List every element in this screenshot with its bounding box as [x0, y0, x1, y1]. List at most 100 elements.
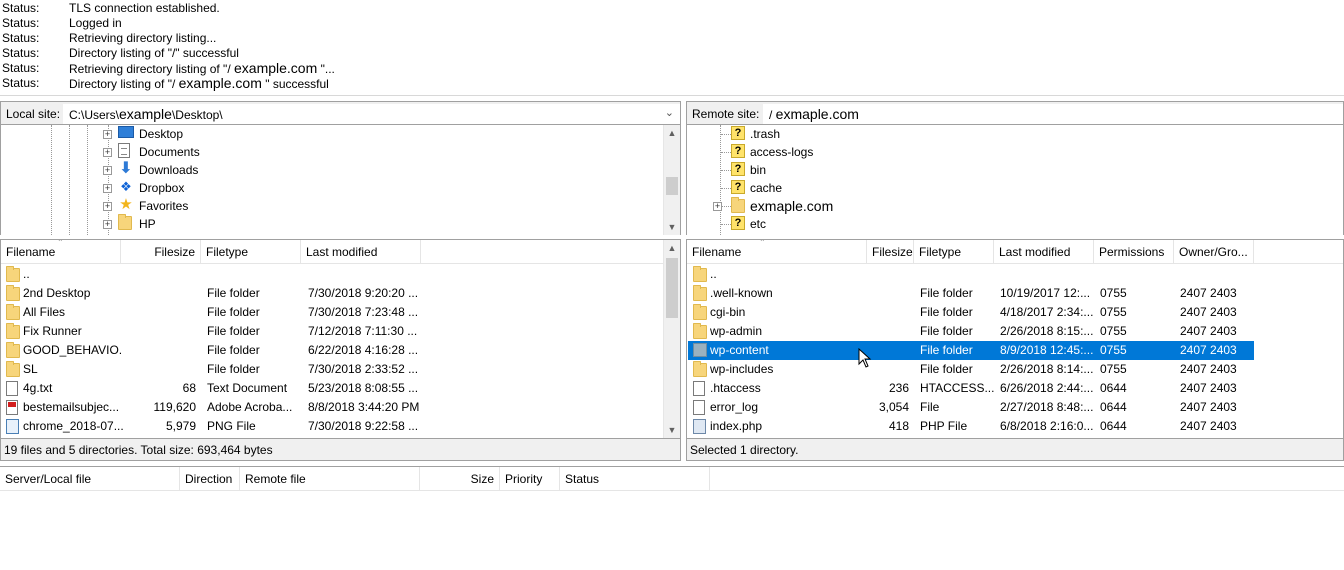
scroll-thumb[interactable]: [666, 258, 678, 318]
column-filesize[interactable]: Filesize: [121, 240, 201, 264]
table-row[interactable]: wp-includes File folder 2/26/2018 8:14:...…: [688, 360, 1254, 379]
table-row[interactable]: chrome_2018-07... 5,979 PNG File 7/30/2018 …: [2, 417, 662, 436]
file-type: File folder: [920, 343, 973, 357]
column-filename[interactable]: Filename: [687, 240, 867, 264]
transfer-queue[interactable]: Server/Local file Direction Remote file …: [0, 466, 1344, 570]
tree-item-desktop[interactable]: + Desktop: [1, 125, 661, 143]
file-type: File folder: [207, 305, 260, 319]
table-row[interactable]: 2nd Desktop File folder 7/30/2018 9:20:20 …: [2, 284, 662, 303]
table-row[interactable]: wp-content File folder 8/9/2018 12:45:... 0…: [688, 341, 1254, 360]
table-row[interactable]: index.php 418 PHP File 6/8/2018 2:16:0... 06…: [688, 417, 1254, 436]
file-name: index.php: [710, 419, 763, 433]
file-modified: 2/26/2018 8:14:...: [1000, 362, 1094, 376]
column-filesize[interactable]: Filesize: [867, 240, 914, 264]
column-permissions[interactable]: Permissions: [1094, 240, 1174, 264]
expand-icon[interactable]: +: [713, 202, 722, 211]
tree-item-trash[interactable]: ? .trash: [687, 125, 1337, 143]
local-list-scrollbar[interactable]: ▲ ▼: [663, 240, 680, 438]
local-directory-tree[interactable]: ▲ ▼ + Desktop + Documents + ⬇ Downloads + ❖ Dropb…: [0, 125, 681, 235]
column-filetype[interactable]: Filetype: [914, 240, 994, 264]
file-modified: 8/9/2018 12:45:...: [1000, 343, 1094, 357]
table-row[interactable]: wp-admin File folder 2/26/2018 8:15:... 075…: [688, 322, 1254, 341]
table-row[interactable]: error_log 3,054 File 2/27/2018 8:48:... 0644…: [688, 398, 1254, 417]
file-owner-group: 2407 2403: [1180, 343, 1237, 357]
column-filetype[interactable]: Filetype: [201, 240, 301, 264]
log-label: Status:: [2, 31, 40, 45]
log-message-suffix: "...: [317, 62, 335, 76]
expand-icon[interactable]: +: [103, 148, 112, 157]
expand-icon[interactable]: +: [103, 166, 112, 175]
column-size[interactable]: Size: [420, 467, 500, 491]
file-permissions: 0755: [1100, 324, 1127, 338]
scroll-down-icon[interactable]: ▼: [664, 219, 680, 235]
local-file-list[interactable]: Filename ⌃ Filesize Filetype Last modifi…: [0, 239, 681, 439]
scroll-thumb[interactable]: [666, 177, 678, 195]
file-modified: 7/12/2018 7:11:30 ...: [308, 324, 418, 338]
local-list-header: Filename ⌃ Filesize Filetype Last modifi…: [1, 240, 680, 264]
local-site-bar: Local site: C:\Users\example\Desktop\ ⌄: [0, 101, 681, 125]
column-last-modified[interactable]: Last modified: [994, 240, 1094, 264]
remote-directory-tree[interactable]: ? .trash? access-logs? bin? cache + exmaple.co…: [686, 125, 1344, 235]
table-row[interactable]: ..: [688, 265, 1254, 284]
expand-icon[interactable]: +: [103, 130, 112, 139]
tree-item-access-logs[interactable]: ? access-logs: [687, 143, 1337, 161]
table-row[interactable]: .htaccess 236 HTACCESS... 6/26/2018 2:44:..…: [688, 379, 1254, 398]
file-name: wp-content: [710, 343, 769, 357]
tree-item-hp[interactable]: + HP: [1, 214, 661, 233]
folder-icon: [693, 361, 707, 377]
table-row[interactable]: GOOD_BEHAVIO... File folder 6/22/2018 4:16…: [2, 341, 662, 360]
column-direction[interactable]: Direction: [180, 467, 240, 491]
tree-item-etc[interactable]: ? etc: [687, 215, 1337, 233]
column-owner-group[interactable]: Owner/Gro...: [1174, 240, 1254, 264]
table-row[interactable]: 4g.txt 68 Text Document 5/23/2018 8:08:55 .…: [2, 379, 662, 398]
expand-icon[interactable]: +: [103, 220, 112, 229]
scroll-up-icon[interactable]: ▲: [664, 125, 680, 141]
file-name: .htaccess: [710, 381, 761, 395]
unknown-folder-icon: ?: [731, 180, 745, 194]
table-row[interactable]: Fix Runner File folder 7/12/2018 7:11:30 .…: [2, 322, 662, 341]
local-path-user: example: [119, 106, 172, 122]
file-owner-group: 2407 2403: [1180, 362, 1237, 376]
column-priority[interactable]: Priority: [500, 467, 560, 491]
local-path-prefix: C:\Users\: [69, 108, 120, 122]
tree-item-bin[interactable]: ? bin: [687, 161, 1337, 179]
table-row[interactable]: SL File folder 7/30/2018 2:33:52 ...: [2, 360, 662, 379]
folder-icon: [6, 304, 20, 320]
file-owner-group: 2407 2403: [1180, 286, 1237, 300]
column-server-local-file[interactable]: Server/Local file: [0, 467, 180, 491]
column-last-modified[interactable]: Last modified: [301, 240, 421, 264]
local-tree-scrollbar[interactable]: ▲ ▼: [663, 125, 680, 235]
file-modified: 7/30/2018 2:33:52 ...: [308, 362, 419, 376]
table-row[interactable]: All Files File folder 7/30/2018 7:23:48 ..…: [2, 303, 662, 322]
chevron-down-icon[interactable]: ⌄: [665, 103, 674, 123]
log-label: Status:: [2, 46, 40, 60]
tree-item-cache[interactable]: ? cache: [687, 179, 1337, 197]
tree-item-label: .trash: [750, 127, 781, 141]
scroll-up-icon[interactable]: ▲: [664, 240, 680, 256]
table-row[interactable]: ..: [2, 265, 662, 284]
remote-site-path-input[interactable]: / exmaple.com: [763, 104, 1343, 124]
table-row[interactable]: cgi-bin File folder 4/18/2017 2:34:... 0755…: [688, 303, 1254, 322]
tree-item-downloads[interactable]: + ⬇ Downloads: [1, 161, 661, 179]
file-size: 68: [182, 381, 196, 395]
download-icon: ⬇: [119, 160, 133, 177]
tree-item-favorites[interactable]: + ★ Favorites: [1, 197, 661, 215]
local-site-path-input[interactable]: C:\Users\example\Desktop\: [63, 104, 680, 124]
file-name: wp-admin: [710, 324, 763, 338]
tree-item-exmaplecom[interactable]: + exmaple.com: [687, 197, 1337, 215]
tree-connector: [721, 170, 731, 171]
tree-item-dropbox[interactable]: + ❖ Dropbox: [1, 179, 661, 197]
expand-icon[interactable]: +: [103, 202, 112, 211]
message-log[interactable]: Status: TLS connection established. Status…: [0, 0, 1344, 96]
table-row[interactable]: bestemailsubjec... 119,620 Adobe Acroba...…: [2, 398, 662, 417]
scroll-down-icon[interactable]: ▼: [664, 422, 680, 438]
tree-item-documents[interactable]: + Documents: [1, 143, 661, 161]
file-size: 236: [888, 381, 909, 395]
text-file-icon: [6, 381, 18, 396]
column-status[interactable]: Status: [560, 467, 710, 491]
expand-icon[interactable]: +: [103, 184, 112, 193]
table-row[interactable]: .well-known File folder 10/19/2017 12:... 0…: [688, 284, 1254, 303]
column-remote-file[interactable]: Remote file: [240, 467, 420, 491]
log-message-domain: example.com: [234, 60, 318, 76]
remote-file-list[interactable]: Filename ⌃ Filesize Filetype Last modifi…: [686, 239, 1344, 439]
